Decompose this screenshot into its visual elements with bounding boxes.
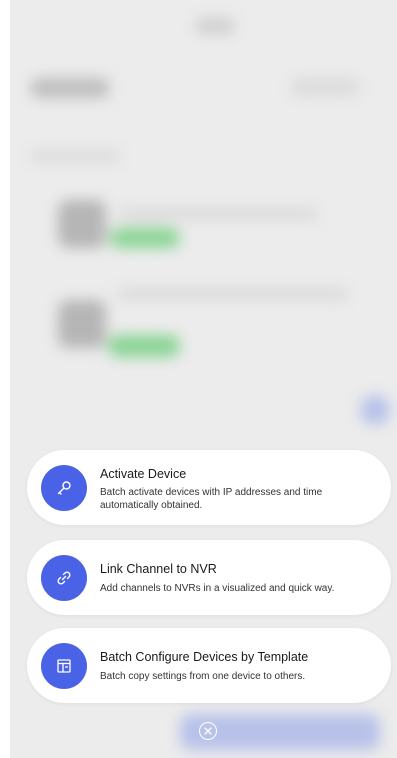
- key-icon: [41, 465, 87, 511]
- activate-device-title: Activate Device: [100, 467, 187, 481]
- activate-device-description: Batch activate devices with IP addresses…: [100, 487, 323, 511]
- link-icon: [41, 555, 87, 601]
- activate-device-card[interactable]: Activate Device Batch activate devices w…: [27, 450, 391, 525]
- batch-configure-description: Batch copy settings from one device to o…: [100, 671, 306, 682]
- link-channel-card[interactable]: Link Channel to NVR Add channels to NVRs…: [27, 540, 391, 615]
- left-edge: [0, 0, 10, 758]
- template-icon: [41, 643, 87, 689]
- close-icon[interactable]: [199, 722, 217, 740]
- link-channel-description: Add channels to NVRs in a visualized and…: [100, 583, 335, 594]
- batch-configure-card[interactable]: Batch Configure Devices by Template Batc…: [27, 628, 391, 703]
- batch-configure-title: Batch Configure Devices by Template: [100, 650, 309, 664]
- link-channel-title: Link Channel to NVR: [100, 562, 217, 576]
